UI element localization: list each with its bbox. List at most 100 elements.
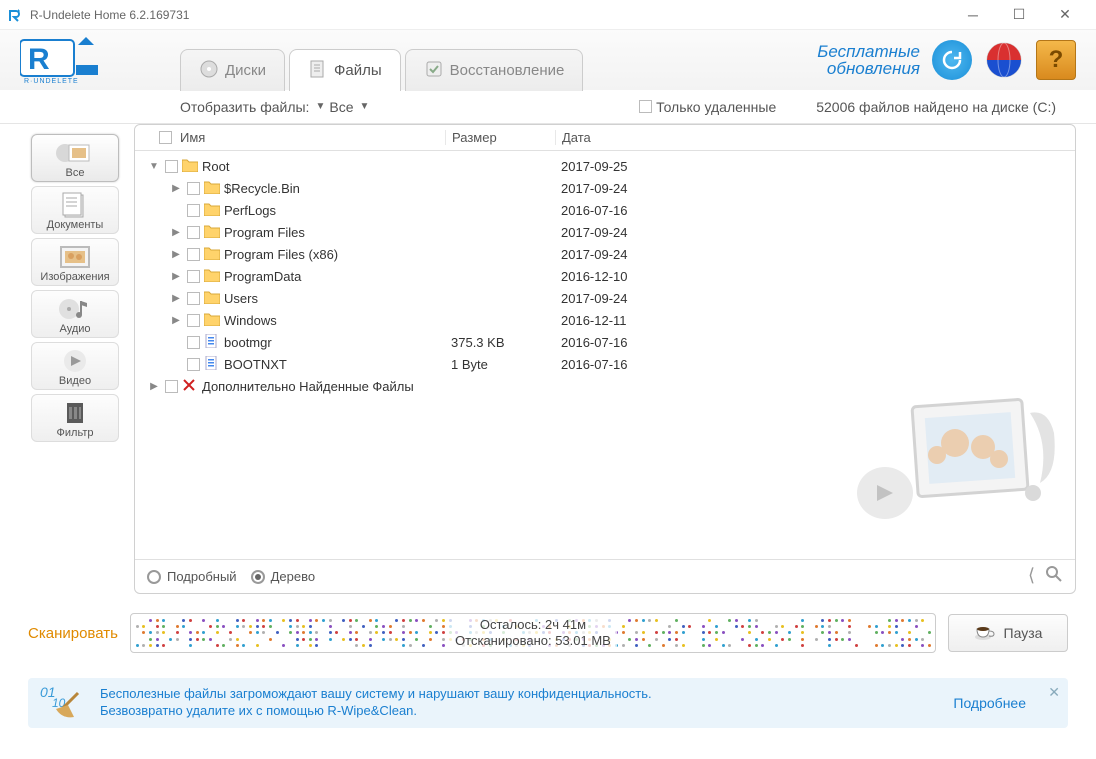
found-status: 52006 файлов найдено на диске (C:) [816, 99, 1056, 115]
expander-icon[interactable]: ▶ [169, 271, 183, 282]
row-checkbox[interactable] [187, 292, 200, 305]
column-date[interactable]: Дата [555, 130, 675, 145]
row-name: Windows [224, 313, 277, 328]
search-icon[interactable] [1045, 565, 1063, 588]
category-docs[interactable]: Документы [31, 186, 119, 234]
row-checkbox[interactable] [187, 204, 200, 217]
row-name: Users [224, 291, 258, 306]
scan-progress: Осталось: 2ч 41м Отсканировано: 53.01 MB [130, 613, 936, 653]
category-label: Видео [59, 375, 91, 387]
expander-icon[interactable]: ▶ [169, 227, 183, 238]
table-row[interactable]: ▶Program Files (x86)2017-09-24 [135, 243, 1075, 265]
chevron-down-icon: ▼ [359, 101, 369, 112]
refresh-icon [940, 48, 964, 72]
row-checkbox[interactable] [187, 336, 200, 349]
scan-progress-text: Осталось: 2ч 41м Отсканировано: 53.01 MB [449, 616, 617, 649]
table-row[interactable]: ▶$Recycle.Bin2017-09-24 [135, 177, 1075, 199]
recovery-icon [424, 59, 444, 83]
help-button[interactable]: ? [1036, 40, 1076, 80]
column-size[interactable]: Размер [445, 130, 555, 145]
folder-icon [204, 224, 224, 241]
row-checkbox[interactable] [187, 226, 200, 239]
category-images[interactable]: Изображения [31, 238, 119, 286]
table-row[interactable]: ▶Дополнительно Найденные Файлы [135, 375, 1075, 397]
tab-recovery[interactable]: Восстановление [405, 49, 584, 91]
logo-subtext: R·UNDELETE [24, 78, 79, 85]
file-tree[interactable]: ▼Root2017-09-25 ▶ $Recycle.Bin 2017-09-24 P… [135, 151, 1075, 559]
row-name: bootmgr [224, 335, 272, 350]
expander-icon[interactable]: ▶ [169, 293, 183, 304]
video-icon [55, 347, 95, 375]
tab-files[interactable]: Файлы [289, 49, 401, 91]
table-row[interactable]: BOOTNXT1 Byte2016-07-16 [135, 353, 1075, 375]
minimize-button[interactable]: ─ [950, 0, 996, 30]
category-all[interactable]: Все [31, 134, 119, 182]
expander-icon[interactable]: ▶ [169, 183, 183, 194]
category-filter[interactable]: Фильтр [31, 394, 119, 442]
disk-icon [199, 59, 219, 83]
tab-disks[interactable]: Диски [180, 49, 285, 91]
row-checkbox[interactable] [187, 358, 200, 371]
file-type-value: Все [329, 99, 353, 115]
filter-row: Отобразить файлы: ▼ Все ▼ Только удаленн… [0, 90, 1096, 124]
category-label: Все [66, 167, 85, 179]
app-logo: R R·UNDELETE [20, 35, 120, 85]
back-icon[interactable]: ⟨ [1028, 565, 1035, 588]
expander-icon[interactable]: ▶ [147, 381, 161, 392]
row-checkbox[interactable] [165, 160, 178, 173]
row-checkbox[interactable] [187, 182, 200, 195]
file-type-dropdown[interactable]: ▼ Все ▼ [315, 99, 369, 115]
table-row[interactable]: ▶ Program Files 2017-09-24 [135, 221, 1075, 243]
row-name: Program Files [224, 225, 305, 240]
scan-button[interactable]: Сканировать [28, 625, 118, 642]
promo-banner: 0110 Бесполезные файлы загромождают вашу… [28, 678, 1068, 728]
folder-icon [204, 180, 224, 197]
category-audio[interactable]: Аудио [31, 290, 119, 338]
expander-icon[interactable] [169, 337, 183, 348]
table-row[interactable]: ▶ Users 2017-09-24 [135, 287, 1075, 309]
expander-icon[interactable]: ▼ [147, 161, 161, 172]
expander-icon[interactable] [169, 205, 183, 216]
pause-button[interactable]: Пауза [948, 614, 1068, 652]
table-row[interactable]: ▼Root2017-09-25 [135, 155, 1075, 177]
free-updates-link[interactable]: Бесплатные обновления [817, 43, 920, 77]
category-label: Фильтр [57, 427, 94, 439]
help-icon: ? [1049, 46, 1064, 74]
category-video[interactable]: Видео [31, 342, 119, 390]
view-detailed-radio[interactable]: Подробный [147, 569, 237, 584]
scan-bar: Сканировать Осталось: 2ч 41м Отсканирова… [28, 608, 1068, 658]
expander-icon[interactable] [169, 359, 183, 370]
deleted-only-checkbox[interactable]: Только удаленные [639, 99, 776, 115]
maximize-button[interactable]: ☐ [996, 0, 1042, 30]
view-tree-radio[interactable]: Дерево [251, 569, 315, 584]
table-row[interactable]: bootmgr375.3 KB2016-07-16 [135, 331, 1075, 353]
table-row[interactable]: ▶ProgramData2016-12-10 [135, 265, 1075, 287]
folder-icon [204, 268, 224, 285]
file-icon [204, 356, 224, 373]
language-button[interactable] [984, 40, 1024, 80]
promo-text: Бесполезные файлы загромождают вашу сист… [100, 686, 941, 720]
tab-disks-label: Диски [225, 62, 266, 79]
row-checkbox[interactable] [187, 248, 200, 261]
row-name: $Recycle.Bin [224, 181, 300, 196]
promo-more-link[interactable]: Подробнее [953, 695, 1026, 711]
expander-icon[interactable]: ▶ [169, 249, 183, 260]
table-row[interactable]: ▶Windows2016-12-11 [135, 309, 1075, 331]
expander-icon[interactable]: ▶ [169, 315, 183, 326]
folder-icon [204, 202, 224, 219]
row-date: 2017-09-24 [555, 225, 675, 240]
category-label: Изображения [40, 271, 109, 283]
row-date: 2017-09-24 [555, 291, 675, 306]
row-checkbox[interactable] [165, 380, 178, 393]
radio-icon [251, 570, 265, 584]
refresh-button[interactable] [932, 40, 972, 80]
row-checkbox[interactable] [187, 270, 200, 283]
row-date: 2017-09-25 [555, 159, 675, 174]
promo-close-button[interactable]: ✕ [1048, 684, 1060, 701]
tab-files-label: Файлы [334, 62, 382, 79]
table-row[interactable]: PerfLogs2016-07-16 [135, 199, 1075, 221]
close-button[interactable]: ✕ [1042, 0, 1088, 30]
row-name: PerfLogs [224, 203, 276, 218]
row-checkbox[interactable] [187, 314, 200, 327]
column-name[interactable]: Имя [135, 130, 445, 145]
